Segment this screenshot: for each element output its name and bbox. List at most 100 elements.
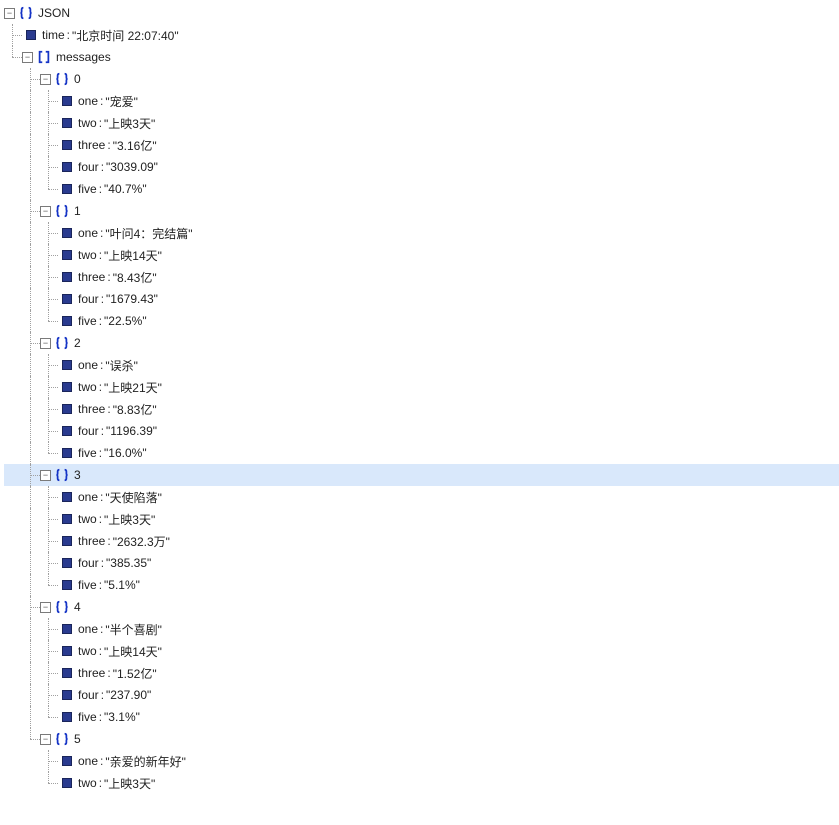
- object-icon: [54, 71, 70, 87]
- separator: :: [100, 226, 103, 240]
- node-value: "8.43亿": [113, 269, 157, 286]
- array-item-2[interactable]: −2: [4, 332, 839, 354]
- expand-toggle[interactable]: −: [4, 8, 15, 19]
- node-value: "1196.39": [106, 424, 157, 438]
- separator: :: [101, 292, 104, 306]
- pair-1-five[interactable]: five : "22.5%": [4, 310, 839, 332]
- expand-toggle[interactable]: −: [40, 470, 51, 481]
- value-icon: [62, 272, 72, 282]
- pair-3-two[interactable]: two : "上映3天": [4, 508, 839, 530]
- pair-2-five[interactable]: five : "16.0%": [4, 442, 839, 464]
- pair-3-one[interactable]: one : "天使陷落": [4, 486, 839, 508]
- node-value: "北京时间 22:07:40": [72, 27, 179, 44]
- array-item-1[interactable]: −1: [4, 200, 839, 222]
- value-icon: [62, 184, 72, 194]
- node-key: two: [78, 644, 97, 658]
- messages-node[interactable]: − messages: [4, 46, 839, 68]
- value-icon: [62, 316, 72, 326]
- pair-1-two[interactable]: two : "上映14天": [4, 244, 839, 266]
- pair-3-five[interactable]: five : "5.1%": [4, 574, 839, 596]
- node-value: "上映3天": [104, 511, 155, 528]
- value-icon: [62, 228, 72, 238]
- pair-5-one[interactable]: one : "亲爱的新年好": [4, 750, 839, 772]
- pair-2-four[interactable]: four : "1196.39": [4, 420, 839, 442]
- value-icon: [62, 426, 72, 436]
- value-icon: [26, 30, 36, 40]
- node-value: "16.0%": [104, 446, 147, 460]
- value-icon: [62, 294, 72, 304]
- pair-1-one[interactable]: one : "叶问4：完结篇": [4, 222, 839, 244]
- node-key: two: [78, 512, 97, 526]
- root-node[interactable]: − JSON: [4, 2, 839, 24]
- time-node[interactable]: time : "北京时间 22:07:40": [4, 24, 839, 46]
- node-key: 2: [74, 336, 81, 350]
- separator: :: [99, 182, 102, 196]
- separator: :: [101, 556, 104, 570]
- node-key: five: [78, 182, 97, 196]
- separator: :: [99, 380, 102, 394]
- expand-toggle[interactable]: −: [40, 734, 51, 745]
- node-value: "上映21天": [104, 379, 162, 396]
- pair-2-one[interactable]: one : "误杀": [4, 354, 839, 376]
- pair-2-two[interactable]: two : "上映21天": [4, 376, 839, 398]
- separator: :: [99, 776, 102, 790]
- node-key: 5: [74, 732, 81, 746]
- pair-0-three[interactable]: three : "3.16亿": [4, 134, 839, 156]
- separator: :: [107, 138, 110, 152]
- node-key: one: [78, 226, 98, 240]
- array-item-3[interactable]: −3: [4, 464, 839, 486]
- array-item-5[interactable]: −5: [4, 728, 839, 750]
- pair-3-three[interactable]: three : "2632.3万": [4, 530, 839, 552]
- node-key: three: [78, 402, 105, 416]
- array-item-0[interactable]: −0: [4, 68, 839, 90]
- pair-2-three[interactable]: three : "8.83亿": [4, 398, 839, 420]
- expand-toggle[interactable]: −: [40, 602, 51, 613]
- node-key: two: [78, 380, 97, 394]
- node-key: four: [78, 688, 99, 702]
- pair-0-four[interactable]: four : "3039.09": [4, 156, 839, 178]
- expand-toggle[interactable]: −: [22, 52, 33, 63]
- node-key: 3: [74, 468, 81, 482]
- pair-1-three[interactable]: three : "8.43亿": [4, 266, 839, 288]
- expand-toggle[interactable]: −: [40, 338, 51, 349]
- pair-4-five[interactable]: five : "3.1%": [4, 706, 839, 728]
- separator: :: [100, 94, 103, 108]
- pair-0-two[interactable]: two : "上映3天": [4, 112, 839, 134]
- node-key: JSON: [38, 6, 70, 20]
- pair-5-two[interactable]: two : "上映3天": [4, 772, 839, 794]
- node-key: 4: [74, 600, 81, 614]
- value-icon: [62, 118, 72, 128]
- node-key: one: [78, 754, 98, 768]
- object-icon: [54, 599, 70, 615]
- pair-3-four[interactable]: four : "385.35": [4, 552, 839, 574]
- expand-toggle[interactable]: −: [40, 74, 51, 85]
- value-icon: [62, 514, 72, 524]
- pair-4-four[interactable]: four : "237.90": [4, 684, 839, 706]
- node-key: messages: [56, 50, 111, 64]
- value-icon: [62, 492, 72, 502]
- separator: :: [100, 358, 103, 372]
- pair-4-three[interactable]: three : "1.52亿": [4, 662, 839, 684]
- separator: :: [107, 270, 110, 284]
- pair-4-one[interactable]: one : "半个喜剧": [4, 618, 839, 640]
- node-value: "上映14天": [104, 247, 162, 264]
- value-icon: [62, 756, 72, 766]
- object-icon: [54, 467, 70, 483]
- pair-0-one[interactable]: one : "宠爱": [4, 90, 839, 112]
- pair-1-four[interactable]: four : "1679.43": [4, 288, 839, 310]
- node-key: five: [78, 710, 97, 724]
- pair-0-five[interactable]: five : "40.7%": [4, 178, 839, 200]
- expand-toggle[interactable]: −: [40, 206, 51, 217]
- node-key: four: [78, 292, 99, 306]
- separator: :: [100, 490, 103, 504]
- separator: :: [107, 666, 110, 680]
- separator: :: [99, 248, 102, 262]
- value-icon: [62, 96, 72, 106]
- value-icon: [62, 382, 72, 392]
- node-key: time: [42, 28, 65, 42]
- pair-4-two[interactable]: two : "上映14天": [4, 640, 839, 662]
- node-key: four: [78, 424, 99, 438]
- value-icon: [62, 360, 72, 370]
- node-key: three: [78, 534, 105, 548]
- array-item-4[interactable]: −4: [4, 596, 839, 618]
